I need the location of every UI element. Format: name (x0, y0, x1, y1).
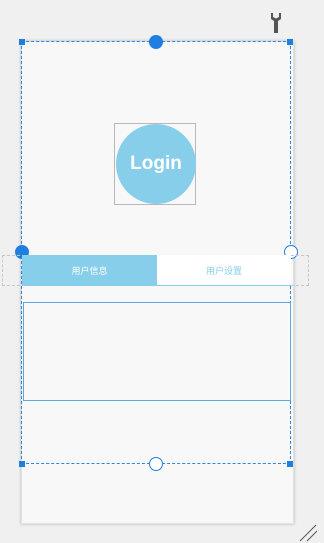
resize-handle-bottom-right[interactable] (287, 461, 293, 467)
resize-grip-icon[interactable] (296, 524, 318, 542)
tab-user-settings[interactable]: 用户设置 (157, 255, 291, 285)
tab-indicator-line (22, 285, 291, 286)
tab-user-info[interactable]: 用户信息 (22, 255, 157, 285)
constraint-handle-top[interactable] (149, 35, 163, 49)
wrench-icon[interactable] (268, 12, 284, 34)
content-container (23, 302, 291, 401)
resize-handle-top-right[interactable] (287, 39, 293, 45)
resize-handle-top-left[interactable] (19, 39, 25, 45)
login-button[interactable]: Login (116, 124, 196, 204)
constraint-handle-bottom[interactable] (149, 457, 163, 471)
resize-handle-bottom-left[interactable] (19, 461, 25, 467)
